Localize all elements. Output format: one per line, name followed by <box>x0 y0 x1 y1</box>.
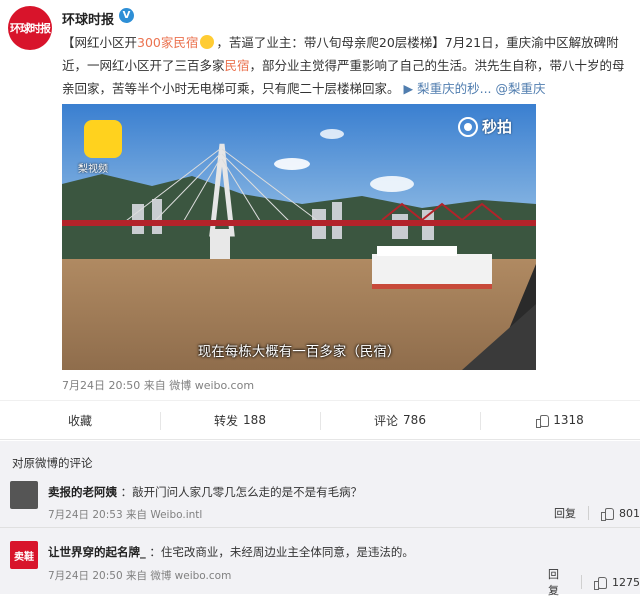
comment-source-2[interactable]: 微博 weibo.com <box>150 570 231 582</box>
watermark: 秒拍 <box>458 116 512 137</box>
comment-meta: 7月24日 20:53 来自 Weibo.intl <box>48 507 202 522</box>
comment-source-prefix: 来自 <box>125 509 147 521</box>
comment-body-2: 让世界穿的起名牌_ ：住宅改商业，未经周边业主全体同意，是违法的。 <box>48 544 414 560</box>
post-source[interactable]: 微博 weibo.com <box>169 379 254 392</box>
repost-count: 188 <box>243 413 266 427</box>
repost-button[interactable]: 转发 188 <box>160 401 320 439</box>
commenter-name[interactable]: 卖报的老阿姨 <box>48 485 117 499</box>
comment-time-2: 7月24日 20:50 <box>48 570 123 582</box>
favorite-button[interactable]: 收藏 <box>0 401 160 439</box>
video-subtitle: 现在每栋大概有一百多家（民宿） <box>197 344 401 360</box>
comment-text-2: ：住宅改商业，未经周边业主全体同意，是违法的。 <box>149 545 414 559</box>
comments-section: 对原微博的评论 卖报的老阿姨 ：敲开门问人家几零几怎么走的是不是有毛病？ 7月2… <box>0 441 640 597</box>
commenter-avatar[interactable] <box>10 481 38 509</box>
video-frame <box>62 104 536 370</box>
comment-actions-2: 回复 1275 <box>548 566 640 598</box>
poster-name[interactable]: 环球时报 <box>62 9 114 28</box>
camera-icon <box>458 116 478 137</box>
divider <box>588 506 589 520</box>
watermark-label: 秒拍 <box>482 118 513 136</box>
post-source-prefix: 来自 <box>143 379 166 392</box>
comment-body: 卖报的老阿姨 ：敲开门问人家几零几怎么走的是不是有毛病？ <box>48 484 362 500</box>
thumbs-up-icon <box>536 414 550 428</box>
app-label: 梨视频 <box>78 164 108 175</box>
video-player[interactable]: 梨视频 秒拍 现在每栋大概有一百多家（民宿） <box>62 104 536 370</box>
thumbs-up-icon[interactable] <box>601 507 614 521</box>
mention-link[interactable]: @梨重庆 <box>496 81 546 96</box>
comment-count: 786 <box>403 413 426 427</box>
poster-avatar[interactable]: 环球时报 <box>8 6 52 50</box>
app-logo-icon <box>84 120 122 158</box>
comment-meta-2: 7月24日 20:50 来自 微博 weibo.com <box>48 568 231 583</box>
comment-actions: 回复 801 <box>554 505 640 521</box>
post-text-part1: 【网红小区开 <box>62 35 138 50</box>
video-link[interactable]: ▶ 梨重庆的秒... <box>404 81 492 96</box>
comment-time: 7月24日 20:53 <box>48 509 123 521</box>
thinking-emoji-icon <box>200 35 215 49</box>
post-meta: 7月24日 20:50 来自 微博 weibo.com <box>62 377 254 393</box>
divider-2 <box>581 575 583 589</box>
like-button[interactable]: 1318 <box>480 401 640 439</box>
post-time[interactable]: 7月24日 20:50 <box>62 379 140 392</box>
comment-label: 评论 <box>374 413 399 428</box>
thumbs-up-icon-2[interactable] <box>594 576 607 590</box>
action-bar: 收藏 转发 188 评论 786 1318 <box>0 400 640 440</box>
comment-source[interactable]: Weibo.intl <box>150 509 202 521</box>
reply-button[interactable]: 回复 <box>554 505 576 521</box>
comment-button[interactable]: 评论 786 <box>320 401 480 439</box>
verified-badge-icon: V <box>119 8 134 23</box>
repost-label: 转发 <box>214 413 239 428</box>
commenter-name-2[interactable]: 让世界穿的起名牌_ <box>48 545 146 559</box>
like-count: 1318 <box>553 413 584 427</box>
reply-button-2[interactable]: 回复 <box>548 566 569 598</box>
comment-like-count: 801 <box>619 506 640 520</box>
comments-title: 对原微博的评论 <box>12 456 93 470</box>
post-text-highlight-2: 民宿 <box>224 58 250 73</box>
post-text-highlight: 300家民宿 <box>137 35 199 50</box>
post-text: 【网红小区开300家民宿 ，苦逼了业主：带八旬母亲爬20层楼梯】7月21日，重庆渝… <box>62 31 632 100</box>
comment-source-prefix-2: 来自 <box>125 570 147 582</box>
comment-like-count-2: 1275 <box>612 575 640 589</box>
comment-divider <box>0 527 640 528</box>
comment-text: ：敲开门问人家几零几怎么走的是不是有毛病？ <box>120 485 363 499</box>
favorite-label: 收藏 <box>67 413 92 428</box>
commenter-avatar-2[interactable]: 卖鞋 <box>10 541 38 569</box>
